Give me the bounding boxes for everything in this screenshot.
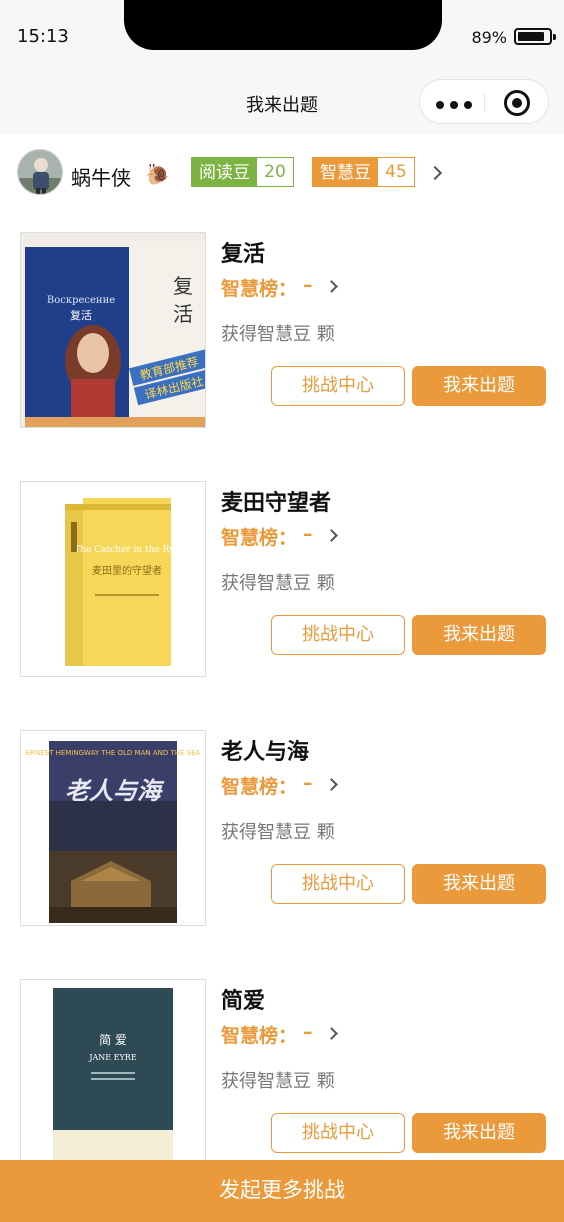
create-question-button[interactable]: 我来出题 xyxy=(412,1113,546,1153)
challenge-center-button[interactable]: 挑战中心 xyxy=(271,366,405,406)
chevron-right-icon xyxy=(325,280,338,293)
avatar xyxy=(17,149,63,195)
book-title: 麦田守望者 xyxy=(221,491,332,516)
wisdom-rank-row[interactable]: 智慧榜： – xyxy=(221,523,361,549)
read-beans-label: 阅读豆 xyxy=(192,158,257,186)
battery-icon xyxy=(514,28,556,45)
earned-beans-text: 获得智慧豆 颗 xyxy=(221,1071,335,1092)
wisdom-rank-row[interactable]: 智慧榜： – xyxy=(221,772,361,798)
status-time: 15:13 xyxy=(17,26,69,47)
battery-percentage: 89% xyxy=(471,28,507,47)
read-beans-badge: 阅读豆 20 xyxy=(191,157,294,187)
book-cover[interactable]: 简 爱 JANE EYRE xyxy=(20,979,206,1175)
mini-program-capsule xyxy=(419,79,549,124)
cover-title: 老人与海 xyxy=(65,777,165,805)
wisdom-rank-label: 智慧榜： xyxy=(221,278,298,300)
book-title: 老人与海 xyxy=(221,740,310,765)
cover-subtitle: ERNEST HEMINGWAY THE OLD MAN AND THE SEA xyxy=(26,749,201,757)
wisdom-rank-value: – xyxy=(303,1021,313,1043)
cover-title: 麦田里的守望者 xyxy=(92,564,162,577)
cover-subtitle: The Catcher in the Rye xyxy=(74,545,179,555)
earned-beans-text: 获得智慧豆 颗 xyxy=(221,573,335,594)
wisdom-rank-value: – xyxy=(303,772,313,794)
wisdom-rank-row[interactable]: 智慧榜： – xyxy=(221,274,361,300)
wisdom-rank-label: 智慧榜： xyxy=(221,527,298,549)
book-title: 复活 xyxy=(221,242,266,267)
earned-beans-text: 获得智慧豆 颗 xyxy=(221,822,335,843)
book-cover[interactable]: The Catcher in the Rye 麦田里的守望者 xyxy=(20,481,206,677)
wisdom-beans-label: 智慧豆 xyxy=(313,158,378,186)
wisdom-beans-badge: 智慧豆 45 xyxy=(312,157,415,187)
cover-title: 简 爱 xyxy=(99,1033,127,1047)
chevron-right-icon xyxy=(325,778,338,791)
wisdom-rank-label: 智慧榜： xyxy=(221,776,298,798)
close-mini-program-icon[interactable] xyxy=(504,90,530,116)
challenge-center-button[interactable]: 挑战中心 xyxy=(271,615,405,655)
book-card: The Catcher in the Rye 麦田里的守望者 麦田守望者 智慧榜… xyxy=(0,463,564,707)
chevron-right-icon[interactable] xyxy=(427,165,443,181)
book-title: 简爱 xyxy=(221,989,266,1014)
wisdom-rank-label: 智慧榜： xyxy=(221,1025,298,1047)
snail-icon: 🐌 xyxy=(145,162,170,186)
chevron-right-icon xyxy=(325,529,338,542)
capsule-divider xyxy=(484,93,485,112)
challenge-center-button[interactable]: 挑战中心 xyxy=(271,864,405,904)
svg-text:活: 活 xyxy=(173,302,193,326)
more-menu-icon[interactable] xyxy=(436,101,472,109)
username: 蜗牛侠 xyxy=(71,166,131,190)
device-notch xyxy=(124,0,442,50)
cover-subtitle: Воскресение xyxy=(47,295,115,306)
chevron-right-icon xyxy=(325,1027,338,1040)
create-question-button[interactable]: 我来出题 xyxy=(412,615,546,655)
read-beans-count: 20 xyxy=(257,158,293,186)
wisdom-beans-count: 45 xyxy=(378,158,414,186)
wisdom-rank-value: – xyxy=(303,274,313,296)
book-card: ERNEST HEMINGWAY THE OLD MAN AND THE SEA… xyxy=(0,712,564,956)
cover-title: 复活 xyxy=(70,308,92,322)
wisdom-rank-value: – xyxy=(303,523,313,545)
challenge-center-button[interactable]: 挑战中心 xyxy=(271,1113,405,1153)
create-question-button[interactable]: 我来出题 xyxy=(412,864,546,904)
earned-beans-text: 获得智慧豆 颗 xyxy=(221,324,335,345)
book-cover[interactable]: ERNEST HEMINGWAY THE OLD MAN AND THE SEA… xyxy=(20,730,206,926)
navigation-bar: 我来出题 xyxy=(0,70,564,134)
user-info-row[interactable]: 蜗牛侠 🐌 阅读豆 20 智慧豆 45 xyxy=(0,134,564,214)
book-card: Воскресение 复活 复 活 教育部推荐 译林出版社 复活 智慧榜： –… xyxy=(0,214,564,458)
wisdom-rank-row[interactable]: 智慧榜： – xyxy=(221,1021,361,1047)
start-more-challenges-button[interactable]: 发起更多挑战 xyxy=(0,1160,564,1222)
create-question-button[interactable]: 我来出题 xyxy=(412,366,546,406)
status-bar: 15:13 89% xyxy=(0,0,564,70)
svg-text:复: 复 xyxy=(173,274,193,298)
cover-subtitle: JANE EYRE xyxy=(88,1053,137,1062)
book-cover[interactable]: Воскресение 复活 复 活 教育部推荐 译林出版社 xyxy=(20,232,206,428)
